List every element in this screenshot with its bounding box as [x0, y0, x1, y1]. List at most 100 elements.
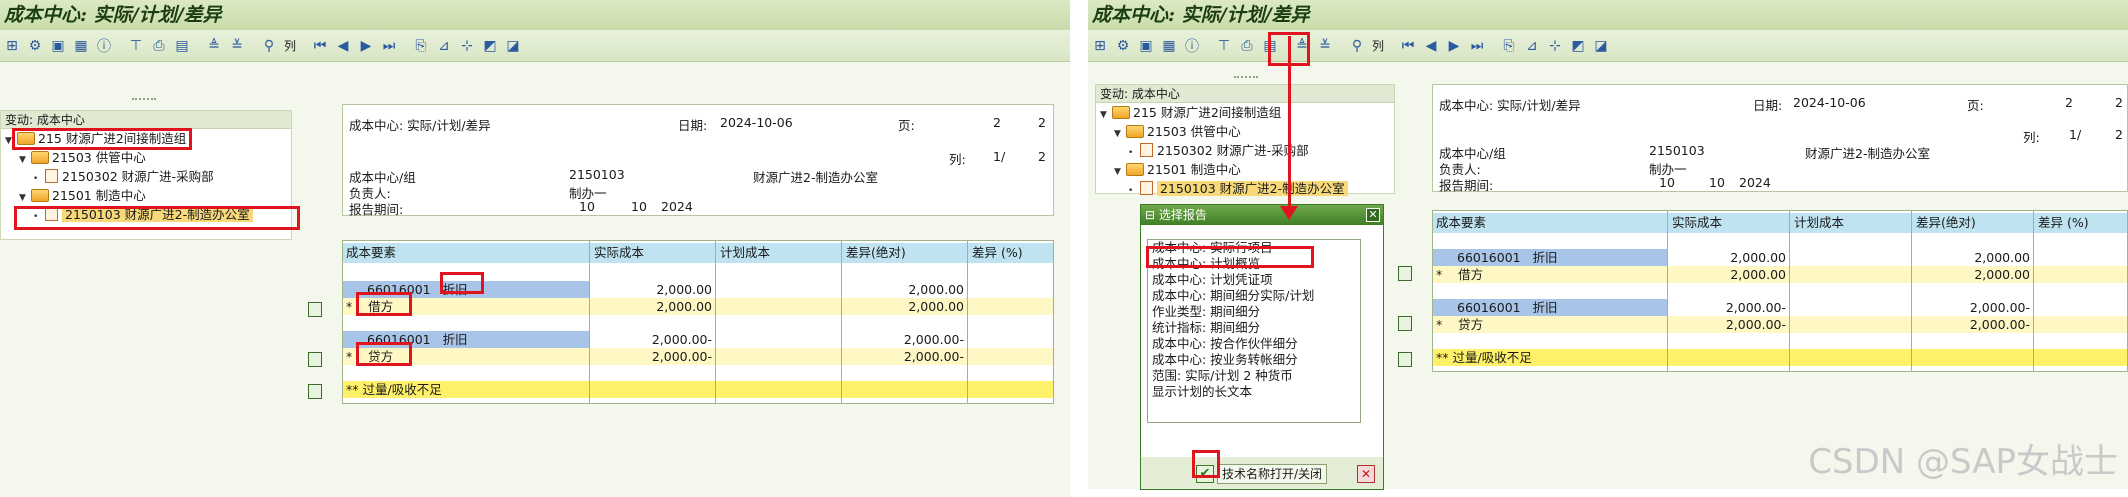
- table-row[interactable]: 66016001 折旧 2,000.00- 2,000.00-: [1433, 299, 2127, 316]
- col-header-actual[interactable]: 实际成本: [591, 243, 715, 263]
- row-drilldown-icon[interactable]: [1398, 316, 1412, 331]
- col-header-var-pct[interactable]: 差异 (%): [2035, 213, 2127, 233]
- list-item[interactable]: 成本中心: 实际行项目: [1148, 240, 1360, 256]
- page-number: 2: [2065, 95, 2073, 110]
- list-item[interactable]: 成本中心: 按合作伙伴细分: [1148, 336, 1360, 352]
- table-row[interactable]: * 贷方 2,000.00- 2,000.00-: [1433, 316, 2127, 333]
- tree-item-2150103[interactable]: • 2150103 财源广进2-制造办公室: [1096, 179, 1394, 198]
- tree-item-21501[interactable]: ▼ 21501 制造中心: [1096, 160, 1394, 179]
- table-row[interactable]: 66016001 折旧 2,000.00- 2,000.00-: [343, 331, 1053, 348]
- last-page-icon[interactable]: ⏭: [379, 36, 399, 56]
- columns-button[interactable]: 列: [1370, 36, 1386, 56]
- first-page-icon[interactable]: ⏮: [310, 36, 330, 56]
- col-header-plan[interactable]: 计划成本: [1791, 213, 1911, 233]
- table-row[interactable]: 66016001 折旧 2,000.00 2,000.00: [1433, 249, 2127, 266]
- print-icon[interactable]: ⎙: [1237, 36, 1257, 56]
- prev-page-icon[interactable]: ◀: [1421, 36, 1441, 56]
- expand-icon[interactable]: ⊞: [2, 36, 22, 56]
- confirm-button[interactable]: ✔: [1196, 465, 1214, 483]
- col-header-element[interactable]: 成本要素: [343, 243, 589, 263]
- col-header-element[interactable]: 成本要素: [1433, 213, 1667, 233]
- next-page-icon[interactable]: ▶: [1444, 36, 1464, 56]
- prev-page-icon[interactable]: ◀: [333, 36, 353, 56]
- hierarchy-icon[interactable]: ⊿: [434, 36, 454, 56]
- tree-item-215[interactable]: ▼ 215 财源广进2间接制造组: [1096, 103, 1394, 122]
- report-select-icon[interactable]: ▤: [172, 36, 192, 56]
- expand-icon[interactable]: ⊞: [1090, 36, 1110, 56]
- col-header-var-abs[interactable]: 差异(绝对): [1913, 213, 2033, 233]
- tree-header: 变动: 成本中心: [1, 111, 291, 129]
- dialog-title-bar: ⊟ 选择报告 ✕: [1141, 205, 1383, 225]
- next-page-icon[interactable]: ▶: [356, 36, 376, 56]
- filter-icon[interactable]: ⊤: [1214, 36, 1234, 56]
- info-icon[interactable]: ⓘ: [1182, 36, 1202, 56]
- list-item[interactable]: 显示计划的长文本: [1148, 384, 1360, 400]
- list-item[interactable]: 成本中心: 计划概览: [1148, 256, 1360, 272]
- col-header-plan[interactable]: 计划成本: [717, 243, 841, 263]
- hierarchy-icon[interactable]: ⊿: [1522, 36, 1542, 56]
- sort-desc-icon[interactable]: ≚: [227, 36, 247, 56]
- chart-icon[interactable]: ◪: [503, 36, 523, 56]
- table-row[interactable]: * 借方 2,000.00 2,000.00: [1433, 266, 2127, 283]
- dialog-close-icon[interactable]: ✕: [1366, 208, 1380, 222]
- tree-icon[interactable]: ⊹: [457, 36, 477, 56]
- settings-icon[interactable]: ⚙: [25, 36, 45, 56]
- close-icon: ✕: [1360, 467, 1372, 481]
- col-header-var-pct[interactable]: 差异 (%): [969, 243, 1053, 263]
- row-drilldown-icon[interactable]: [308, 352, 322, 367]
- binoculars-icon[interactable]: ⚲: [1347, 36, 1367, 56]
- list-item[interactable]: 成本中心: 期间细分实际/计划: [1148, 288, 1360, 304]
- col-header-var-abs[interactable]: 差异(绝对): [843, 243, 967, 263]
- row-drilldown-icon[interactable]: [308, 302, 322, 317]
- tree-item-21503[interactable]: ▼ 21503 供管中心: [1096, 122, 1394, 141]
- row-drilldown-icon[interactable]: [308, 384, 322, 399]
- binoculars-icon[interactable]: ⚲: [259, 36, 279, 56]
- folder-icon[interactable]: ▣: [1136, 36, 1156, 56]
- row-drilldown-icon[interactable]: [1398, 266, 1412, 281]
- table-row[interactable]: * 借方 2,000.00 2,000.00: [343, 298, 1053, 315]
- settings-icon[interactable]: ⚙: [1113, 36, 1133, 56]
- list-item[interactable]: 成本中心: 计划凭证项: [1148, 272, 1360, 288]
- list-item[interactable]: 统计指标: 期间细分: [1148, 320, 1360, 336]
- sort-asc-icon[interactable]: ≜: [204, 36, 224, 56]
- report-select-icon[interactable]: ▤: [1260, 36, 1280, 56]
- tree-item-2150103[interactable]: • 2150103 财源广进2-制造办公室: [1, 205, 291, 224]
- tree-item-21503[interactable]: ▼ 21503 供管中心: [1, 148, 291, 167]
- table-row[interactable]: * 贷方 2,000.00- 2,000.00-: [343, 348, 1053, 365]
- list-item[interactable]: 作业类型: 期间细分: [1148, 304, 1360, 320]
- columns-button[interactable]: 列: [282, 36, 298, 56]
- table-row-total[interactable]: ** 过量/吸收不足: [343, 381, 1053, 398]
- list-item[interactable]: 成本中心: 按业务转帐细分: [1148, 352, 1360, 368]
- technical-names-button[interactable]: 技术名称打开/关闭: [1217, 464, 1328, 484]
- tree-item-2150302[interactable]: • 2150302 财源广进-采购部: [1, 167, 291, 186]
- cancel-button[interactable]: ✕: [1357, 465, 1375, 483]
- layout-icon[interactable]: ▦: [1159, 36, 1179, 56]
- table-row-total[interactable]: ** 过量/吸收不足: [1433, 349, 2127, 366]
- col-header-actual[interactable]: 实际成本: [1669, 213, 1789, 233]
- annotation-arrowhead: [1280, 206, 1298, 220]
- info-icon[interactable]: ⓘ: [94, 36, 114, 56]
- folder-icon[interactable]: ▣: [48, 36, 68, 56]
- list-item[interactable]: 范围: 实际/计划 2 种货币: [1148, 368, 1360, 384]
- table-row[interactable]: 66016001 折旧 2,000.00 2,000.00: [343, 281, 1053, 298]
- select-report-dialog: ⊟ 选择报告 ✕ 成本中心: 实际行项目 成本中心: 计划概览 成本中心: 计划…: [1140, 204, 1384, 490]
- sort-asc-icon[interactable]: ≜: [1292, 36, 1312, 56]
- tree-item-21501[interactable]: ▼ 21501 制造中心: [1, 186, 291, 205]
- chart-icon[interactable]: ◪: [1591, 36, 1611, 56]
- tree-item-2150302[interactable]: • 2150302 财源广进-采购部: [1096, 141, 1394, 160]
- tree-icon[interactable]: ⊹: [1545, 36, 1565, 56]
- export-icon[interactable]: ⎘: [1499, 36, 1519, 56]
- sort-desc-icon[interactable]: ≚: [1315, 36, 1335, 56]
- graphic-icon[interactable]: ◩: [480, 36, 500, 56]
- layout-icon[interactable]: ▦: [71, 36, 91, 56]
- row-drilldown-icon[interactable]: [1398, 352, 1412, 367]
- splitter-grip[interactable]: [1234, 76, 1258, 82]
- filter-icon[interactable]: ⊤: [126, 36, 146, 56]
- print-icon[interactable]: ⎙: [149, 36, 169, 56]
- splitter-grip[interactable]: [132, 98, 156, 104]
- first-page-icon[interactable]: ⏮: [1398, 36, 1418, 56]
- export-icon[interactable]: ⎘: [411, 36, 431, 56]
- tree-item-215[interactable]: ▼ 215 财源广进2间接制造组: [1, 129, 291, 148]
- graphic-icon[interactable]: ◩: [1568, 36, 1588, 56]
- last-page-icon[interactable]: ⏭: [1467, 36, 1487, 56]
